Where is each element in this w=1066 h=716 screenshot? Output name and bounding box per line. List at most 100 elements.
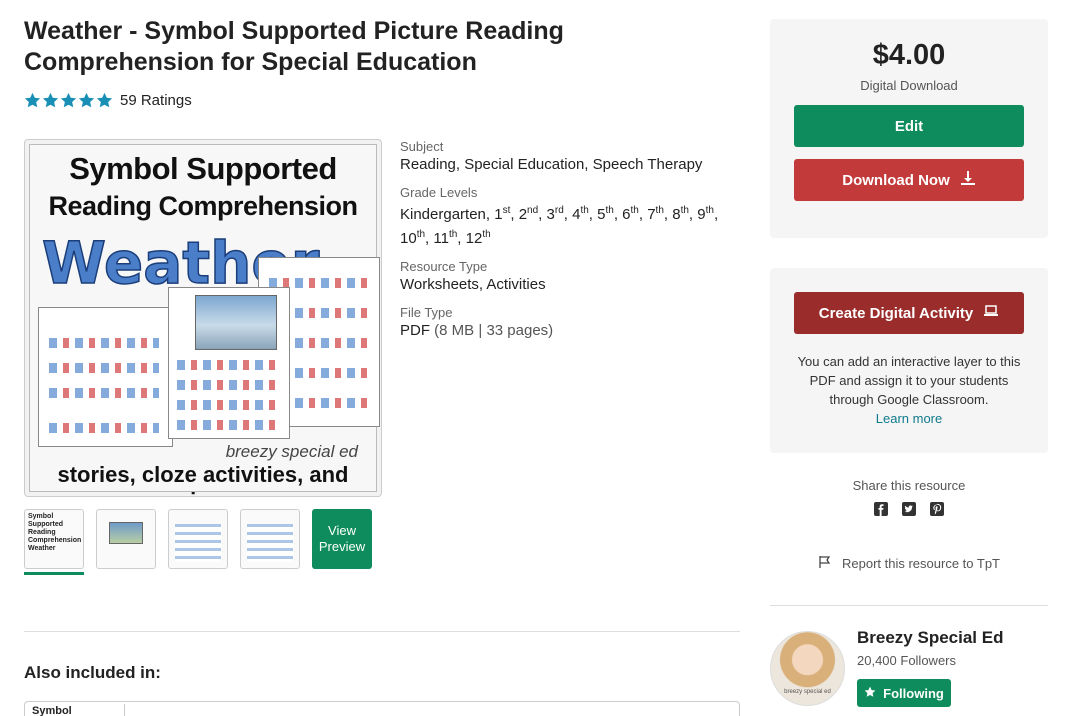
edit-button-label: Edit [894, 117, 924, 135]
price: $4.00 [872, 39, 946, 71]
thumbnail-lines [247, 524, 293, 562]
subject-label: Subject [400, 139, 444, 154]
grade-separator: , [538, 206, 547, 223]
cloudy-sky-photo [195, 295, 277, 350]
grade-levels-value: Kindergarten, 1st, 2nd, 3rd, 4th, 5th, 6… [400, 201, 745, 249]
grade-number: 11 [433, 230, 449, 247]
flag-icon [818, 555, 832, 572]
file-separator: | [478, 322, 483, 339]
resource-type-value[interactable]: Worksheets, Activities [400, 275, 745, 295]
laptop-icon [983, 303, 999, 323]
product-cover-image[interactable]: Symbol Supported Reading Comprehension W… [24, 139, 382, 497]
grade-sup: th [655, 205, 664, 216]
view-preview-button[interactable]: View Preview [312, 509, 372, 569]
thumbnail-title: Symbol Supported Reading Comprehension W… [28, 513, 82, 552]
thumbnail-page[interactable] [240, 509, 300, 569]
share-label: Share this resource [852, 478, 966, 493]
learn-more-link[interactable]: Learn more [876, 411, 942, 426]
edit-button[interactable]: Edit [794, 105, 1024, 147]
active-thumbnail-indicator [24, 572, 84, 575]
grade-separator: , [663, 206, 673, 223]
grade-number: 10 [400, 230, 417, 247]
seller-name[interactable]: Breezy Special Ed [857, 628, 1003, 648]
download-button-label: Download Now [842, 171, 950, 189]
grade-number: 6 [622, 206, 631, 223]
rating-summary[interactable]: 59 Ratings [24, 92, 192, 109]
grade-levels-label: Grade Levels [400, 185, 478, 200]
grade-first: Kindergarten, 1 [400, 206, 503, 223]
pinterest-icon[interactable] [929, 501, 945, 517]
grade-number: 8 [672, 206, 681, 223]
digital-button-label: Create Digital Activity [818, 304, 974, 322]
grade-separator: , [563, 206, 573, 223]
star-icon [864, 686, 876, 701]
grade-sup: th [630, 205, 639, 216]
grade-sup: th [605, 205, 614, 216]
facebook-icon[interactable] [873, 501, 889, 517]
file-size: (8 MB [434, 322, 475, 339]
download-icon [960, 170, 976, 190]
product-title: Weather - Symbol Supported Picture Readi… [24, 17, 564, 76]
star-icon [60, 92, 77, 109]
grade-sup: th [416, 229, 426, 240]
ratings-count-link[interactable]: 59 Ratings [120, 92, 192, 109]
seller-followers: 20,400 Followers [857, 653, 956, 668]
thumbnail-cover[interactable]: Symbol Supported Reading Comprehension W… [24, 509, 84, 569]
create-digital-activity-button[interactable]: Create Digital Activity [794, 292, 1024, 334]
thumbnail-lines [175, 524, 221, 562]
file-pages: 33 pages) [486, 322, 554, 339]
download-now-button[interactable]: Download Now [794, 159, 1024, 201]
grade-number: 7 [647, 206, 656, 223]
following-label: Following [883, 685, 944, 701]
avatar-caption: breezy special ed [784, 689, 831, 695]
file-type-label: File Type [400, 305, 453, 320]
cover-footer: stories, cloze activities, and quizzes [57, 462, 349, 496]
seller-divider [770, 605, 1048, 606]
seller-avatar[interactable]: breezy special ed [770, 631, 845, 706]
bundle-card[interactable]: Symbol Supported [24, 701, 740, 716]
digital-description-text: You can add an interactive layer to this… [797, 354, 1021, 407]
grade-sup: th [482, 229, 491, 240]
grade-separator: , [688, 206, 698, 223]
file-type-value: PDF (8 MB | 33 pages) [400, 321, 745, 341]
cover-title-line: Symbol Supported [69, 151, 337, 186]
grade-sup: th [580, 205, 589, 216]
grade-number: 2 [518, 206, 528, 223]
subject-value[interactable]: Reading, Special Education, Speech Thera… [400, 155, 745, 175]
grade-separator: , [510, 206, 519, 223]
bundle-thumbnail: Symbol Supported [27, 704, 125, 716]
grade-separator: , [588, 206, 598, 223]
thumbnail-page[interactable] [168, 509, 228, 569]
digital-activity-box: Create Digital Activity You can add an i… [770, 268, 1048, 453]
star-rating [24, 92, 113, 109]
digital-activity-description: You can add an interactive layer to this… [794, 352, 1024, 428]
star-icon [24, 92, 41, 109]
product-details: Subject Reading, Special Education, Spee… [400, 139, 745, 351]
cover-title-line: Reading Comprehension [48, 191, 358, 221]
report-resource-link[interactable]: Report this resource to TpT [770, 555, 1048, 572]
also-included-heading: Also included in: [24, 663, 161, 682]
purchase-box: $4.00 Digital Download Edit Download Now [770, 19, 1048, 238]
share-buttons [873, 501, 945, 517]
following-button[interactable]: Following [857, 679, 951, 707]
worksheet-image [38, 307, 173, 447]
grade-sup: th [705, 205, 714, 216]
star-icon [78, 92, 95, 109]
file-type: PDF [400, 322, 430, 339]
report-label: Report this resource to TpT [842, 556, 1000, 571]
grade-sup: th [680, 205, 689, 216]
thumbnail-page[interactable] [96, 509, 156, 569]
resource-type-label: Resource Type [400, 259, 488, 274]
star-icon [42, 92, 59, 109]
twitter-icon[interactable] [901, 501, 917, 517]
grade-sup: nd [527, 205, 539, 216]
grade-separator: , [713, 206, 719, 223]
grade-number: 3 [546, 206, 555, 223]
cover-brand: breezy special ed [225, 442, 358, 461]
star-icon [96, 92, 113, 109]
grade-number: 12 [465, 230, 483, 247]
grade-number: 9 [697, 206, 706, 223]
grade-separator: , [457, 230, 466, 247]
price-subtitle: Digital Download [860, 78, 958, 93]
cover-artwork: Symbol Supported Reading Comprehension W… [29, 144, 380, 496]
